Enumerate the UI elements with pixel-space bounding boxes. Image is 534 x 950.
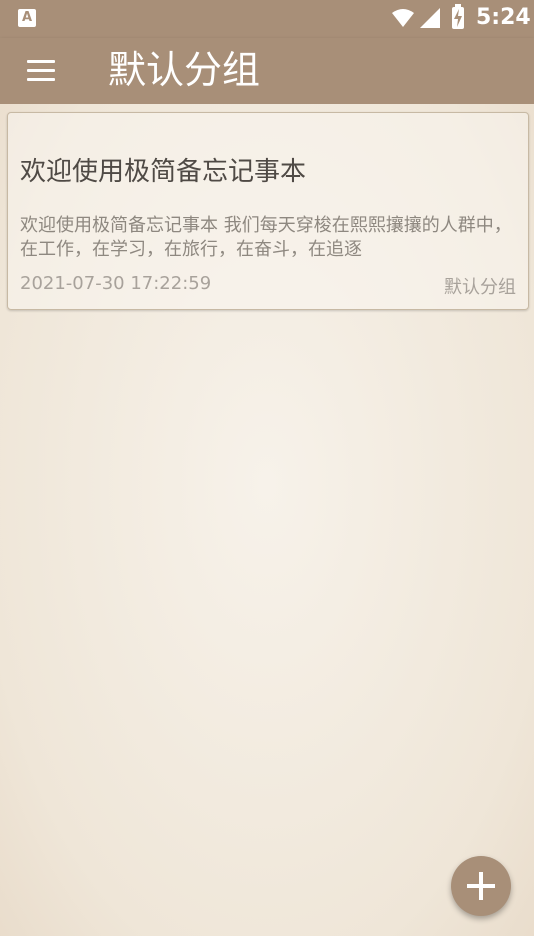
status-time: 5:24 xyxy=(476,5,531,30)
navigation-bar xyxy=(0,936,534,950)
notification-icon: A xyxy=(18,9,36,27)
battery-icon xyxy=(452,4,464,29)
note-group: 默认分组 xyxy=(444,277,516,298)
note-preview: 欢迎使用极简备忘记事本 我们每天穿梭在熙熙攘攘的人群中，在工作，在学习，在旅行，… xyxy=(20,215,512,260)
app-bar: 默认分组 xyxy=(0,38,534,104)
note-card[interactable]: 欢迎使用极简备忘记事本 欢迎使用极简备忘记事本 我们每天穿梭在熙熙攘攘的人群中，… xyxy=(7,112,529,310)
note-title: 欢迎使用极简备忘记事本 xyxy=(20,157,307,187)
menu-icon[interactable] xyxy=(17,52,65,92)
notes-list: 欢迎使用极简备忘记事本 欢迎使用极简备忘记事本 我们每天穿梭在熙熙攘攘的人群中，… xyxy=(0,104,534,950)
add-note-button[interactable] xyxy=(451,856,511,916)
signal-icon xyxy=(420,8,440,28)
page-title: 默认分组 xyxy=(108,48,261,92)
wifi-icon xyxy=(392,9,414,27)
note-date: 2021-07-30 17:22:59 xyxy=(20,273,212,294)
status-bar: A 5:24 xyxy=(0,0,534,38)
